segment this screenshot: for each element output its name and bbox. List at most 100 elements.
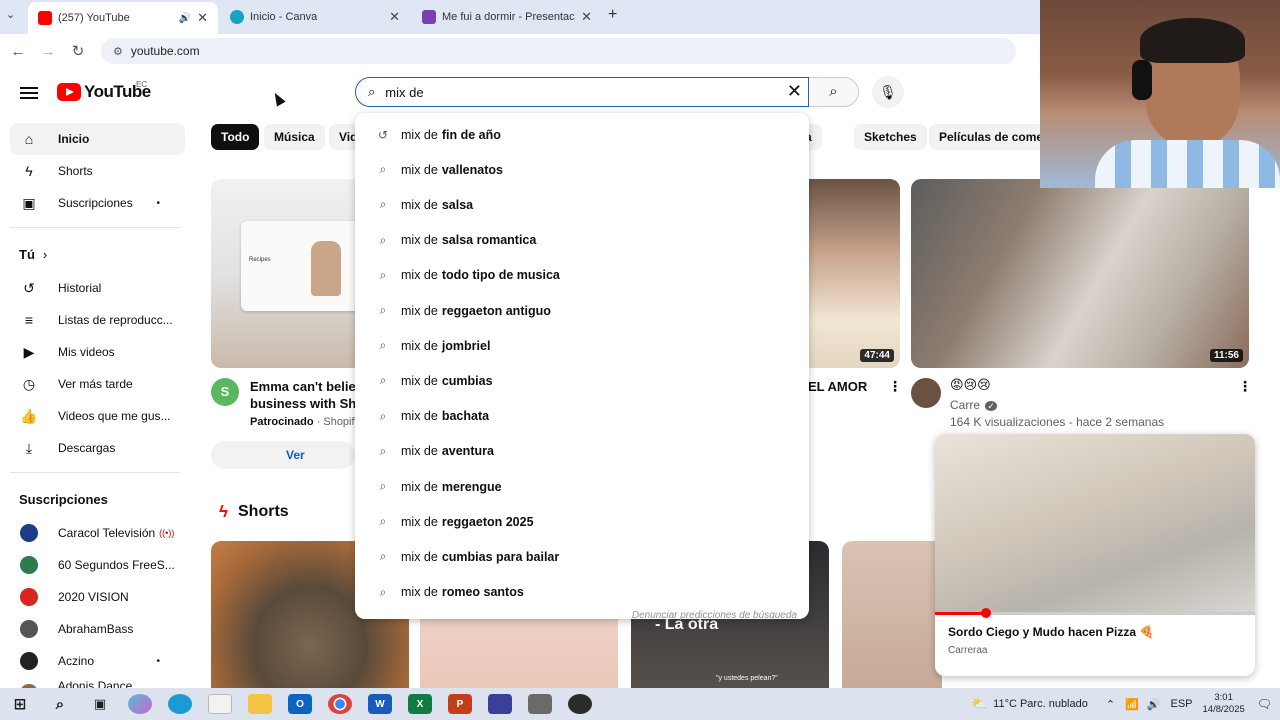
sidebar-item-watch-later[interactable]: ◷ Ver más tarde <box>10 368 185 400</box>
youtube-logo[interactable]: YouTube EC <box>57 80 151 102</box>
suggestion-item[interactable]: ⌕ mix de merengue <box>355 469 809 504</box>
ad-title-line1[interactable]: Emma can't believe <box>250 378 360 395</box>
windows-start-icon[interactable]: ⊞ <box>8 694 32 714</box>
copilot-icon[interactable] <box>128 694 152 714</box>
more-options-icon[interactable]: ⋮ <box>888 378 902 395</box>
tab-presentation[interactable]: Me fui a dormir - Presentación ✕ <box>412 4 602 30</box>
more-options-icon[interactable]: ⋮ <box>1238 378 1252 395</box>
search-box[interactable]: ⌕ ✕ <box>355 77 809 107</box>
obs-icon[interactable] <box>568 694 592 714</box>
reload-icon[interactable]: ↻ <box>63 42 93 60</box>
network-icon[interactable]: 📶 <box>1125 698 1139 711</box>
back-arrow-icon[interactable]: ← <box>3 43 33 60</box>
search-icon[interactable]: ⌕ <box>48 694 72 714</box>
sidebar: ⌂ Inicio ϟ Shorts ▣ Suscripciones • Tú › ↺ His… <box>10 123 185 709</box>
url-field[interactable]: ⚙ youtube.com <box>101 38 1016 64</box>
sidebar-item-history[interactable]: ↺ Historial <box>10 272 185 304</box>
search-input[interactable] <box>385 84 766 100</box>
site-info-icon[interactable]: ⚙ <box>113 45 123 58</box>
tab-canva[interactable]: Inicio - Canva ✕ <box>220 4 410 30</box>
tab-close-icon[interactable]: ✕ <box>389 9 400 25</box>
suggestion-item[interactable]: ⌕ mix de salsa romantica <box>355 223 809 258</box>
shopify-avatar[interactable]: S <box>211 378 239 406</box>
edge-icon[interactable] <box>168 694 192 714</box>
powerpoint-icon[interactable]: P <box>448 694 472 714</box>
chip-todo[interactable]: Todo <box>211 124 260 150</box>
sidebar-sub-caracol[interactable]: Caracol Televisión ((•)) <box>10 517 185 549</box>
tab-search-button[interactable]: ⌄ <box>6 8 15 21</box>
word-icon[interactable]: W <box>368 694 392 714</box>
sidebar-sub-aczino[interactable]: Aczino • <box>10 645 185 677</box>
sidebar-item-liked-videos[interactable]: 👍 Videos que me gus... <box>10 400 185 432</box>
mini-player-title[interactable]: Sordo Ciego y Mudo hacen Pizza 🍕 <box>948 625 1154 639</box>
weather-icon[interactable]: ⛅ <box>971 696 987 712</box>
suggestion-item[interactable]: ⌕ mix de salsa <box>355 187 809 222</box>
app-icon[interactable] <box>488 694 512 714</box>
suggestion-item[interactable]: ⌕ mix de jombriel <box>355 328 809 363</box>
chip-sketches[interactable]: Sketches <box>854 124 927 150</box>
sidebar-sub-2020-vision[interactable]: 2020 VISION <box>10 581 185 613</box>
sidebar-sub-60-segundos[interactable]: 60 Segundos FreeS... <box>10 549 185 581</box>
suggestion-item[interactable]: ⌕ mix de cumbias para bailar <box>355 539 809 574</box>
channel-avatar[interactable] <box>911 378 941 408</box>
hamburger-menu-icon[interactable] <box>20 84 38 102</box>
store-icon[interactable] <box>208 694 232 714</box>
suggestion-item[interactable]: ⌕ mix de bachata <box>355 399 809 434</box>
mini-player[interactable]: Sordo Ciego y Mudo hacen Pizza 🍕 Carrera… <box>935 434 1255 676</box>
mini-player-video[interactable] <box>935 434 1255 614</box>
audio-icon[interactable]: 🔊 <box>179 13 191 24</box>
chevron-up-icon[interactable]: ⌃ <box>1106 698 1115 711</box>
ad-thumbnail[interactable]: Recipes <box>211 179 371 368</box>
sidebar-item-home[interactable]: ⌂ Inicio <box>10 123 185 155</box>
file-explorer-icon[interactable] <box>248 694 272 714</box>
progress-knob[interactable] <box>981 608 992 618</box>
sidebar-item-shorts[interactable]: ϟ Shorts <box>10 155 185 187</box>
suggestion-item[interactable]: ↺ mix de fin de año <box>355 117 809 152</box>
voice-search-mic-icon[interactable]: 🎙 <box>872 76 904 108</box>
video-title[interactable]: EL AMOR <box>808 378 867 395</box>
clear-search-icon[interactable]: ✕ <box>787 81 802 102</box>
short-thumbnail[interactable] <box>842 541 942 691</box>
report-predictions-link[interactable]: Denunciar predicciones de búsqueda <box>632 610 797 621</box>
mini-player-channel[interactable]: Carreraa <box>948 645 987 656</box>
chrome-icon[interactable] <box>328 694 352 714</box>
sidebar-sub-abrahambass[interactable]: AbrahamBass <box>10 613 185 645</box>
tab-close-icon[interactable]: ✕ <box>581 9 592 25</box>
weather-text[interactable]: 11°C Parc. nublado <box>993 698 1088 710</box>
language-indicator[interactable]: ESP <box>1170 698 1192 710</box>
suggestion-item[interactable]: ⌕ mix de reggaeton antiguo <box>355 293 809 328</box>
sidebar-item-playlists[interactable]: ≡ Listas de reproducc... <box>10 304 185 336</box>
search-icon: ⌕ <box>379 549 387 564</box>
emoji-title[interactable]: 😡😢😢 <box>950 377 991 393</box>
chip-comedy-movies[interactable]: Películas de comedi <box>929 124 1041 150</box>
channel-name[interactable]: Carre ✓ <box>950 398 997 412</box>
task-view-icon[interactable]: ▣ <box>88 694 112 714</box>
tab-close-icon[interactable]: ✕ <box>197 10 208 26</box>
suggestion-item[interactable]: ⌕ mix de reggaeton 2025 <box>355 504 809 539</box>
volume-icon[interactable]: 🔊 <box>1147 698 1161 711</box>
suggestion-item[interactable]: ⌕ mix de vallenatos <box>355 152 809 187</box>
new-tab-button[interactable]: + <box>608 6 617 24</box>
app-icon[interactable] <box>528 694 552 714</box>
sidebar-you-header[interactable]: Tú › <box>10 236 185 272</box>
chip-musica[interactable]: Música <box>264 124 325 150</box>
sidebar-item-my-videos[interactable]: ▶ Mis videos <box>10 336 185 368</box>
suggestion-prefix: mix de <box>401 585 438 600</box>
excel-icon[interactable]: X <box>408 694 432 714</box>
video-thumbnail[interactable]: 11:56 <box>911 179 1249 368</box>
tab-youtube[interactable]: (257) YouTube 🔊 ✕ <box>28 2 218 34</box>
suggestion-item[interactable]: ⌕ mix de todo tipo de musica <box>355 258 809 293</box>
ad-view-button[interactable]: Ver <box>211 441 355 469</box>
video-thumbnail[interactable]: 47:44 <box>800 179 900 368</box>
suggestion-item[interactable]: ⌕ mix de aventura <box>355 434 809 469</box>
forward-arrow-icon[interactable]: → <box>33 43 63 60</box>
notifications-icon[interactable]: 🗨 <box>1257 697 1272 711</box>
clock[interactable]: 3:01 14/8/2025 <box>1203 692 1245 716</box>
outlook-icon[interactable]: O <box>288 694 312 714</box>
suggestion-item[interactable]: ⌕ mix de cumbias <box>355 363 809 398</box>
suggestion-item[interactable]: ⌕ mix de romeo santos <box>355 575 809 610</box>
ad-title-line2[interactable]: business with Sho <box>250 395 360 412</box>
sidebar-item-downloads[interactable]: ⤓ Descargas <box>10 432 185 464</box>
sidebar-item-subscriptions[interactable]: ▣ Suscripciones • <box>10 187 185 219</box>
search-button[interactable]: ⌕ <box>809 77 859 107</box>
